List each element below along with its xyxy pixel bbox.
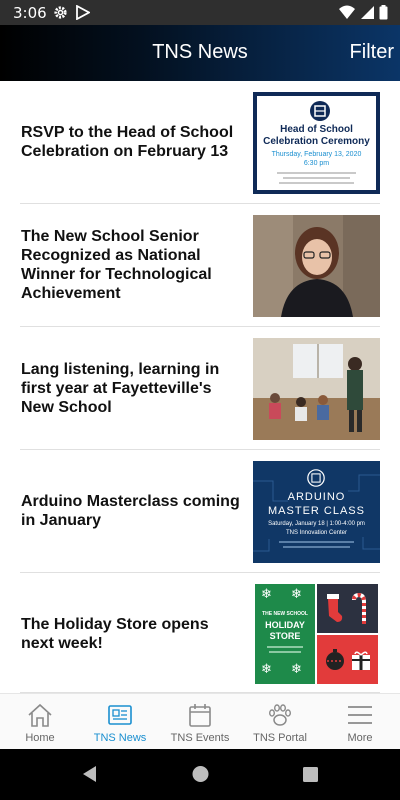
news-thumbnail-photo [253,215,380,317]
thumb-fine-print [277,172,356,174]
status-time: 3:06 [13,4,47,22]
nav-label: TNS News [93,732,147,744]
news-thumbnail: Head of School Celebration Ceremony Thur… [253,92,380,194]
home-icon [28,703,52,727]
play-store-icon [76,5,90,20]
news-thumbnail-photo [253,338,380,440]
battery-icon [379,5,388,20]
school-crest-icon [310,101,330,121]
snowflake-icon: ❄ [261,587,272,602]
stocking-icon [327,594,343,622]
thumb-fine-print [267,646,303,648]
news-item[interactable]: Arduino Masterclass coming in January AR… [0,450,400,572]
candy-cane-icon [352,592,366,624]
wifi-icon [339,5,355,19]
news-list[interactable]: RSVP to the Head of School Celebration o… [0,81,400,693]
filter-button[interactable]: Filter [350,41,394,64]
nav-item-more[interactable]: More [320,694,400,750]
paw-icon [269,704,292,726]
holiday-green-panel: ❄ ❄ THE NEW SCHOOL HOLIDAY STORE ❄ ❄ [255,584,315,684]
news-title: Arduino Masterclass coming in January [21,493,240,529]
nav-item-home[interactable]: Home [0,694,80,750]
nav-label: TNS Events [170,732,230,744]
app-bar: TNS News Filter [0,25,400,81]
signal-icon [361,6,374,19]
news-item[interactable]: RSVP to the Head of School Celebration o… [0,81,400,203]
news-title: The Holiday Store opens next week! [21,616,209,652]
thumb-time: 6:30 pm [303,160,330,167]
thumb-heading: STORE [269,631,301,641]
news-item[interactable]: The New School Senior Recognized as Nati… [0,204,400,326]
system-nav-bar [0,749,400,800]
news-icon [108,705,132,725]
thumb-fine-print [279,182,354,184]
page-title: TNS News [152,41,248,63]
snowflake-icon: ❄ [291,587,302,602]
news-title: Lang listening, learning in first year a… [21,360,220,416]
thumb-heading: ARDUINO [287,491,346,503]
thumb-heading: Head of School [280,124,353,135]
holiday-dark-panel [317,584,378,633]
nav-item-tns-portal[interactable]: TNS Portal [240,694,320,750]
news-item[interactable]: The Holiday Store opens next week! ❄ ❄ T… [0,573,400,693]
thumb-heading: HOLIDAY [265,620,305,630]
recents-icon[interactable] [302,764,319,784]
thumb-heading: Celebration Ceremony [263,136,370,147]
ornament-icon [326,649,344,670]
bottom-nav: Home TNS News TNS Events TNS Portal More [0,693,400,749]
thumb-fine-print [269,651,301,653]
gear-icon [54,6,67,19]
back-icon[interactable] [80,764,98,784]
school-crest-icon [307,469,325,487]
status-bar: 3:06 [0,0,400,25]
thumb-fine-print [279,541,354,543]
classroom-photo [253,338,380,440]
nav-item-tns-news[interactable]: TNS News [80,694,160,750]
thumb-fine-print [283,177,350,179]
thumb-place: TNS Innovation Center [285,530,348,536]
news-thumbnail: ARDUINO MASTER CLASS Saturday, January 1… [253,461,380,563]
thumb-date: Thursday, February 13, 2020 [271,151,362,158]
thumb-fine-print [283,546,350,548]
thumb-heading: MASTER CLASS [268,505,365,517]
nav-label: Home [25,732,55,744]
nav-item-tns-events[interactable]: TNS Events [160,694,240,750]
news-title: RSVP to the Head of School Celebration o… [21,124,234,160]
nav-label: TNS Portal [253,732,307,744]
holiday-red-panel [317,635,378,684]
nav-label: More [347,732,373,744]
portrait-photo [253,215,380,317]
menu-icon [348,706,372,724]
thumb-date: Saturday, January 18 | 1:00-4:00 pm [268,521,365,527]
news-title: The New School Senior Recognized as Nati… [21,228,212,302]
gift-icon [352,651,370,670]
snowflake-icon: ❄ [291,662,302,677]
snowflake-icon: ❄ [261,662,272,677]
news-item[interactable]: Lang listening, learning in first year a… [0,327,400,449]
thumb-small-text: THE NEW SCHOOL [262,611,308,617]
news-thumbnail: ❄ ❄ THE NEW SCHOOL HOLIDAY STORE ❄ ❄ [253,584,380,686]
calendar-icon [189,704,211,727]
home-circle-icon[interactable] [191,764,210,784]
